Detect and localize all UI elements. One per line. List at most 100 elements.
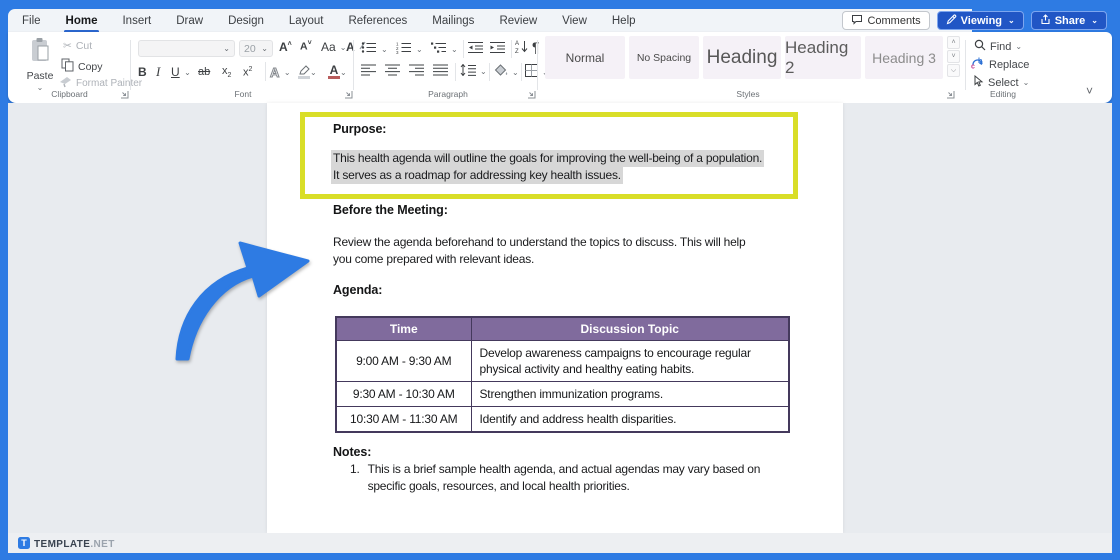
style-card-normal[interactable]: Normal [545,36,625,79]
font-dialog-launcher-icon[interactable] [344,90,353,99]
strikethrough-button[interactable]: ab [198,63,210,81]
underline-button[interactable]: U ⌄ [171,63,191,81]
menu-tab-design[interactable]: Design [228,15,264,27]
table-cell-topic[interactable]: Strengthen immunization programs. [470,380,790,407]
menu-tab-help[interactable]: Help [612,15,636,27]
replace-label: Replace [989,58,1030,71]
agenda-heading[interactable]: Agenda: [333,283,382,297]
gallery-more-button[interactable]: ⌵ [947,64,960,77]
svg-text:b: b [978,58,982,65]
multilevel-list-button[interactable]: ⌄ [431,41,458,57]
menu-tab-review[interactable]: Review [499,15,537,27]
align-right-icon [409,64,424,79]
share-icon [1040,13,1051,28]
select-button[interactable]: Select ⌄ [973,74,1029,90]
line-spacing-icon [460,63,476,79]
bullets-button[interactable]: ⌄ [361,41,388,57]
before-meeting-paragraph[interactable]: Review the agenda beforehand to understa… [333,234,746,268]
shading-button[interactable]: ⌄ [494,64,519,80]
table-cell-topic[interactable]: Develop awareness campaigns to encourage… [470,339,790,382]
brand-name: TEMPLATE [34,539,91,550]
decrease-indent-icon [468,41,483,57]
notes-heading[interactable]: Notes: [333,445,371,459]
menu-tab-view[interactable]: View [562,15,587,27]
replace-button[interactable]: cb Replace [971,57,1029,72]
list-item-text[interactable]: This is a brief sample health agenda, an… [368,461,761,494]
decrease-indent-button[interactable] [468,41,483,57]
menu-tab-home[interactable]: Home [63,15,100,33]
pen-icon [946,14,957,28]
paragraph-group-label: Paragraph [428,89,468,99]
ribbon: Paste ⌄ ✂ Cut Copy Format Painter Clipbo… [8,32,1112,103]
agenda-table[interactable]: Time Discussion Topic 9:00 AM - 9:30 AM De… [335,316,790,433]
search-icon [974,39,986,54]
gallery-down-button[interactable]: ˅ [947,50,960,63]
text-effects-button[interactable]: A ⌄ [269,63,290,81]
table-cell-time[interactable]: 9:00 AM - 9:30 AM [335,339,472,382]
style-card-heading[interactable]: Heading [703,36,781,79]
increase-indent-button[interactable] [490,41,505,57]
table-cell-time[interactable]: 9:30 AM - 10:30 AM [335,380,472,407]
font-color-button[interactable]: A ⌄ [328,63,347,81]
numbering-button[interactable]: 1 2 3 ⌄ [396,41,423,57]
numbered-list-icon: 123 [396,41,412,57]
text-highlight-button[interactable]: ⌄ [298,63,317,81]
font-color-icon: A [328,63,340,79]
menu-tab-file[interactable]: File [22,15,41,27]
cursor-arrow-icon [973,74,984,90]
paragraph-dialog-launcher-icon[interactable] [527,90,536,99]
line-spacing-button[interactable]: ⌄ [460,63,487,79]
subscript-button[interactable]: x2 [222,63,231,81]
template-net-logo[interactable]: T TEMPLATE.NET [18,534,115,552]
menu-tab-layout[interactable]: Layout [289,15,324,27]
styles-dialog-launcher-icon[interactable] [946,90,955,99]
table-header-cell[interactable]: Discussion Topic [470,316,790,341]
viewing-label: Viewing [960,14,1003,27]
style-card-no-spacing[interactable]: No Spacing [629,36,699,79]
table-cell-topic[interactable]: Identify and address health disparities. [470,405,790,432]
align-right-button[interactable] [409,64,424,79]
footer-bar: T TEMPLATE.NET [8,533,1112,553]
superscript-button[interactable]: x2 [243,63,252,81]
bold-button[interactable]: B [138,63,147,81]
clipboard-dialog-launcher-icon[interactable] [120,90,129,99]
menu-tab-mailings[interactable]: Mailings [432,15,474,27]
justify-icon [433,64,448,79]
menu-tab-draw[interactable]: Draw [176,15,203,27]
comments-button[interactable]: Comments [842,11,930,30]
viewing-button[interactable]: Viewing ⌄ [936,11,1024,30]
paste-button[interactable]: Paste ⌄ [22,37,58,92]
share-button[interactable]: Share ⌄ [1030,11,1107,30]
list-item-number: 1. [350,462,360,476]
show-paragraph-marks-button[interactable]: ¶ [532,39,540,55]
copy-button[interactable]: Copy [61,58,103,75]
italic-button[interactable]: I [156,63,160,81]
font-name-select[interactable]: ⌄ [138,40,235,57]
gallery-up-button[interactable]: ˄ [947,36,960,49]
top-buttons: Comments Viewing ⌄ Share ⌄ [842,10,1107,31]
justify-button[interactable] [433,64,448,79]
pilcrow-icon: ¶ [532,39,540,55]
find-button[interactable]: Find ⌄ [974,39,1022,54]
align-left-button[interactable] [361,64,376,79]
table-header-cell[interactable]: Time [335,316,472,341]
change-case-button[interactable]: Aa ⌄ [321,40,346,54]
sort-button[interactable]: AZ [515,39,529,57]
grow-font-button[interactable]: A˄ [279,40,292,54]
table-cell-time[interactable]: 10:30 AM - 11:30 AM [335,405,472,432]
style-card-heading-2[interactable]: Heading 2 [785,36,861,79]
multilevel-list-icon [431,41,447,57]
notes-list-item[interactable]: 1. This is a brief sample health agenda,… [350,461,760,494]
menu-tab-references[interactable]: References [348,15,407,27]
shrink-font-button[interactable]: A˅ [300,40,312,53]
svg-text:Z: Z [515,49,519,54]
font-size-select[interactable]: 20 ⌄ [239,40,273,57]
before-meeting-heading[interactable]: Before the Meeting: [333,203,448,217]
align-left-icon [361,64,376,79]
collapse-ribbon-button[interactable]: ˅ [1086,84,1093,98]
document-page[interactable]: Purpose: This health agenda will outline… [267,103,843,533]
cut-button[interactable]: ✂ Cut [63,40,92,52]
align-center-button[interactable] [385,64,400,79]
style-card-heading-3[interactable]: Heading 3 [865,36,943,79]
menu-tab-insert[interactable]: Insert [122,15,151,27]
